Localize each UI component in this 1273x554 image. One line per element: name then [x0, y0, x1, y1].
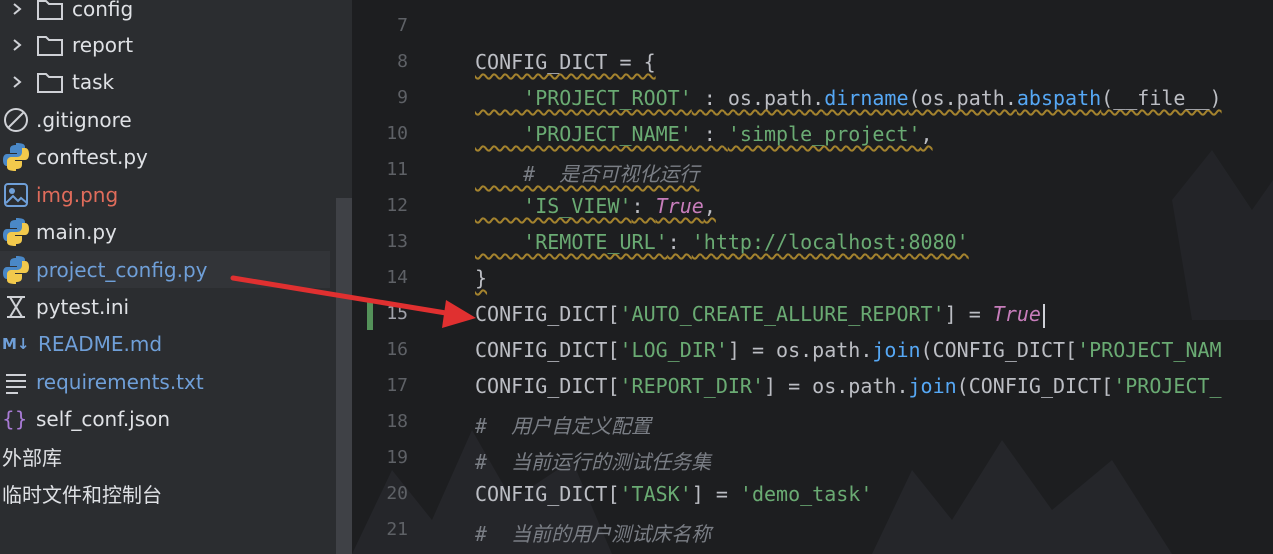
arrow-head-icon — [442, 300, 476, 328]
annotation-arrow — [230, 275, 476, 328]
